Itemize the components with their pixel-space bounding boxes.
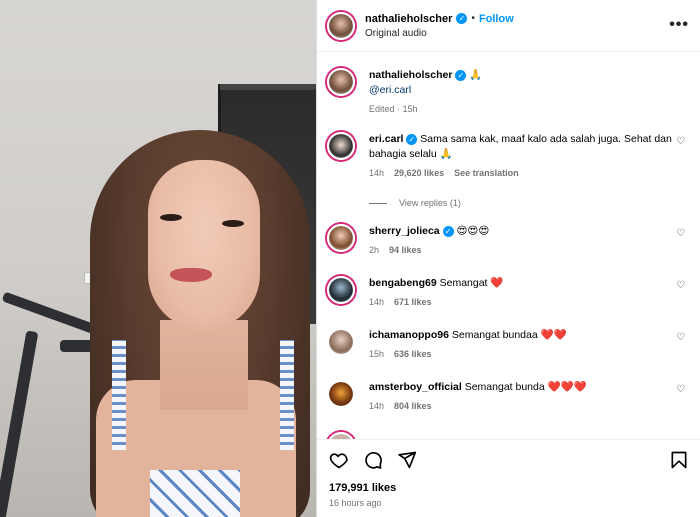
comment-text: eri.carl ✓ Sama sama kak, maaf kalo ada …: [369, 132, 679, 162]
like-comment-heart-icon[interactable]: ♡: [676, 228, 685, 239]
comment-username[interactable]: bengabeng69: [369, 277, 437, 289]
post-actions-footer: 179,991 likes 16 hours ago: [317, 439, 700, 517]
comment-time[interactable]: 15h: [369, 349, 384, 359]
caption-username[interactable]: nathalieholscher: [369, 69, 452, 81]
video-dress-strap-right: [280, 340, 294, 450]
comment-text: amsterboy_official Semangat bunda ❤️❤️❤️: [369, 380, 679, 395]
comment-likes[interactable]: 636 likes: [394, 349, 432, 359]
like-comment-heart-icon[interactable]: ♡: [676, 384, 685, 395]
comment-username[interactable]: ichamanoppo96: [369, 329, 449, 341]
video-person-face: [148, 160, 260, 330]
comment-username[interactable]: eri.carl: [369, 133, 403, 145]
share-icon[interactable]: [397, 450, 417, 470]
post-side-panel: nathalieholscher ✓ • Follow Original aud…: [316, 0, 700, 517]
comment-likes[interactable]: 94 likes: [389, 245, 422, 255]
bookmark-icon[interactable]: [669, 450, 689, 470]
comment-text: sherry_jolieca ✓ 😍😍😍: [369, 224, 679, 239]
comment-body: 😍😍😍: [456, 225, 490, 237]
comment-body: Semangat bundaa ❤️❤️: [451, 329, 567, 341]
verified-badge-icon: ✓: [456, 13, 468, 24]
comment-likes[interactable]: 804 likes: [394, 401, 432, 411]
like-comment-heart-icon[interactable]: ♡: [676, 136, 685, 147]
commenter-avatar[interactable]: [327, 328, 355, 356]
action-icons: [329, 450, 417, 470]
follow-button[interactable]: Follow: [479, 13, 514, 25]
comment-body: Semangat bunda ❤️❤️❤️: [464, 381, 587, 393]
author-avatar[interactable]: [327, 11, 355, 40]
comments-list[interactable]: nathalieholscher ✓ 🙏 @eri.carl Edited · …: [317, 52, 700, 439]
post-timestamp[interactable]: 16 hours ago: [329, 498, 382, 508]
caption-emoji: 🙏: [469, 69, 483, 81]
comment-username[interactable]: amsterboy_official: [369, 381, 462, 393]
like-comment-heart-icon[interactable]: ♡: [676, 280, 685, 291]
header-separator: •: [471, 13, 475, 24]
comment-text: bengabeng69 Semangat ❤️: [369, 276, 679, 291]
video-door-frame: [220, 84, 316, 90]
commenter-avatar[interactable]: [327, 132, 355, 160]
comment-likes[interactable]: 671 likes: [394, 297, 432, 307]
caption-text: nathalieholscher ✓ 🙏: [369, 68, 679, 83]
comment-icon[interactable]: [363, 450, 383, 470]
verified-badge-icon: ✓: [406, 134, 418, 145]
commenter-avatar[interactable]: [327, 224, 355, 252]
caption-avatar[interactable]: [327, 68, 355, 96]
video-person-eye-right: [222, 220, 244, 227]
more-options-icon[interactable]: •••: [669, 16, 689, 34]
comment-likes[interactable]: 29,620 likes: [394, 168, 444, 178]
video-person-eye-left: [160, 214, 182, 221]
header-text: nathalieholscher ✓ • Follow Original aud…: [365, 13, 514, 39]
video-person-mouth: [170, 268, 212, 282]
post-header: nathalieholscher ✓ • Follow Original aud…: [317, 0, 700, 52]
comment-username[interactable]: sherry_jolieca: [369, 225, 440, 237]
comment-time[interactable]: 14h: [369, 401, 384, 411]
comment-time[interactable]: 14h: [369, 297, 384, 307]
comment-body: Semangat ❤️: [439, 277, 504, 289]
caption-mention[interactable]: @eri.carl: [369, 83, 679, 98]
comment-time[interactable]: 2h: [369, 245, 379, 255]
video-dress: [150, 470, 240, 517]
commenter-avatar[interactable]: [327, 276, 355, 304]
video-person-neck: [160, 320, 248, 410]
instagram-post-view: nathalieholscher ✓ • Follow Original aud…: [0, 0, 700, 517]
view-replies-label[interactable]: View replies (1): [399, 198, 461, 208]
replies-divider: [369, 202, 387, 204]
view-replies-button[interactable]: View replies (1): [369, 198, 461, 208]
comment-text: ichamanoppo96 Semangat bundaa ❤️❤️: [369, 328, 679, 343]
caption-edited: Edited · 15h: [369, 104, 418, 114]
like-comment-heart-icon[interactable]: ♡: [676, 332, 685, 343]
comment-time[interactable]: 14h: [369, 168, 384, 178]
verified-badge-icon: ✓: [442, 226, 454, 237]
commenter-avatar[interactable]: [327, 380, 355, 408]
author-username[interactable]: nathalieholscher: [365, 13, 452, 25]
video-media[interactable]: [0, 0, 316, 517]
verified-badge-icon: ✓: [455, 70, 467, 81]
like-heart-icon[interactable]: [329, 450, 349, 470]
see-translation-button[interactable]: See translation: [454, 168, 519, 178]
video-dress-strap-left: [112, 340, 126, 450]
audio-label[interactable]: Original audio: [365, 28, 514, 39]
post-likes-count[interactable]: 179,991 likes: [329, 482, 396, 494]
commenter-avatar[interactable]: [327, 432, 355, 439]
